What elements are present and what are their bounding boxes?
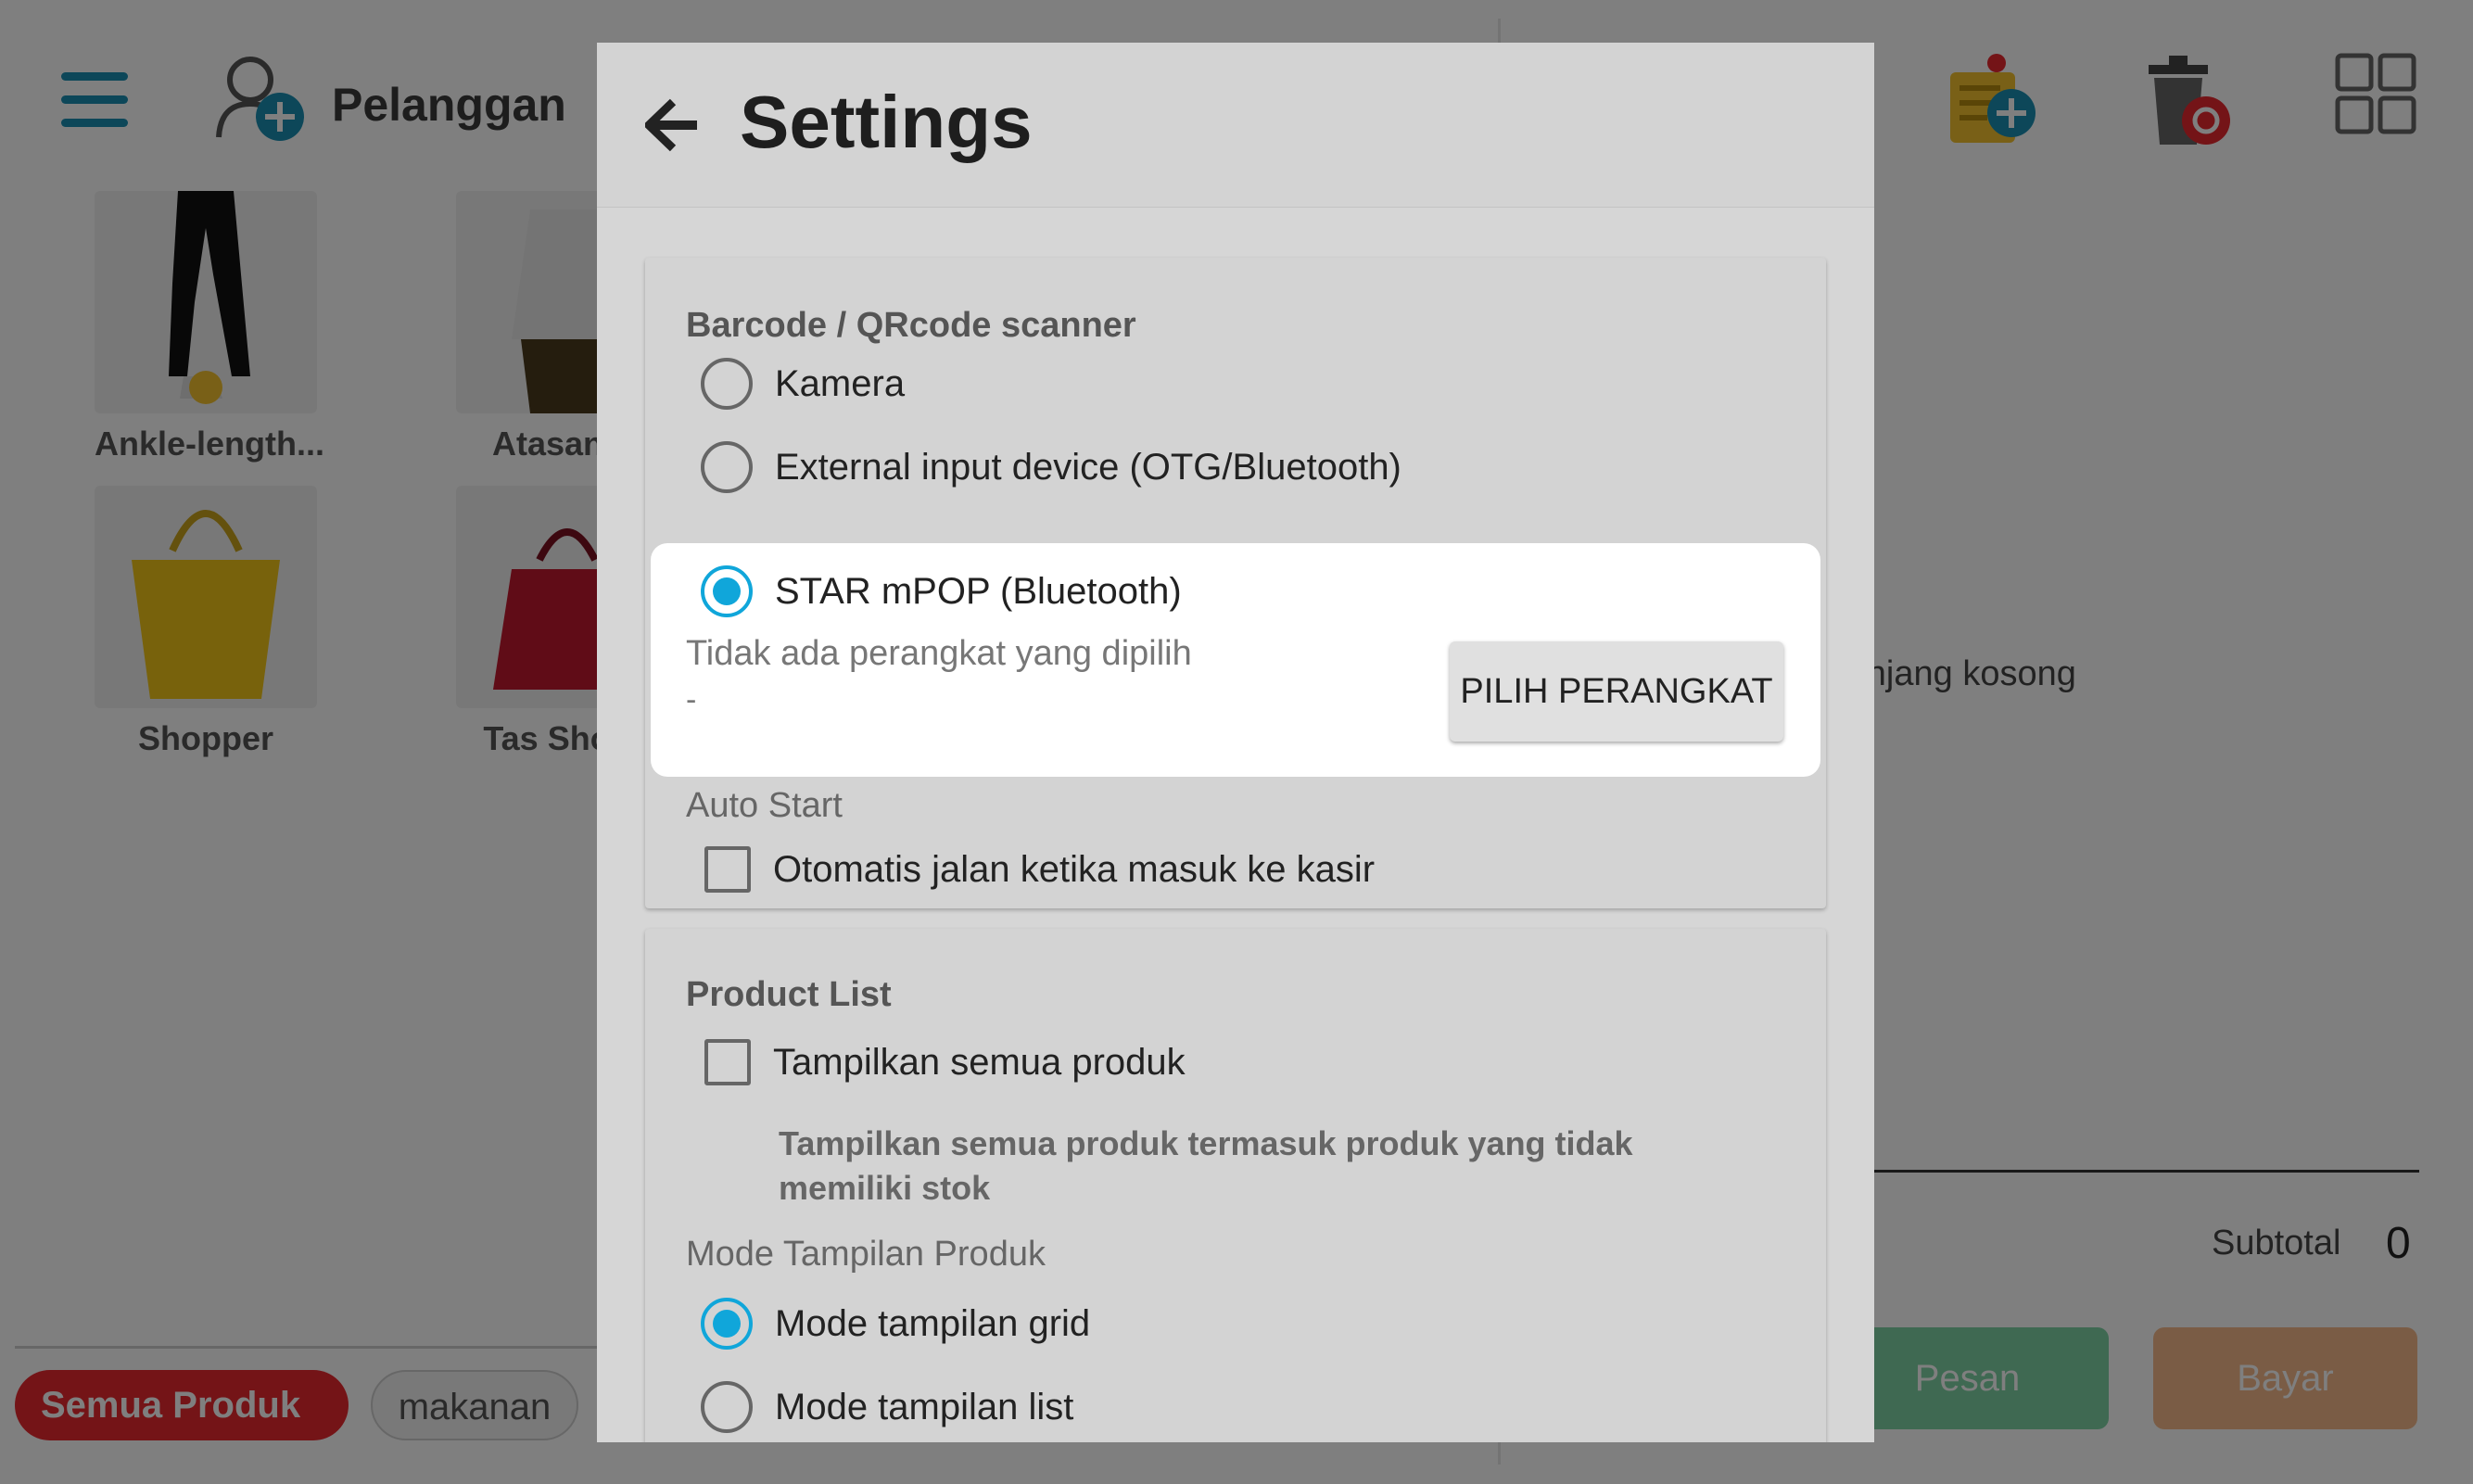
radio-button[interactable]	[701, 1381, 753, 1433]
checkbox[interactable]	[704, 846, 751, 893]
checkbox[interactable]	[704, 1039, 751, 1085]
auto-start-checkbox-row[interactable]: Otomatis jalan ketika masuk ke kasir	[701, 842, 1375, 897]
option-label: External input device (OTG/Bluetooth)	[775, 446, 1401, 488]
scanner-settings-card: Barcode / QRcode scanner Kamera External…	[645, 258, 1826, 908]
show-all-products-row[interactable]: Tampilkan semua produk	[701, 1034, 1186, 1090]
select-device-button[interactable]: PILIH PERANGKAT	[1450, 641, 1783, 742]
dialog-title: Settings	[740, 81, 1033, 163]
radio-button[interactable]	[701, 441, 753, 493]
device-value-text: -	[686, 682, 697, 717]
display-mode-grid[interactable]: Mode tampilan grid	[701, 1296, 1090, 1351]
device-status-text: Tidak ada perangkat yang dipilih	[686, 634, 1192, 673]
scanner-section-title: Barcode / QRcode scanner	[686, 306, 1136, 345]
radio-button-selected[interactable]	[701, 1298, 753, 1350]
option-label: Tampilkan semua produk	[773, 1041, 1186, 1083]
product-list-title: Product List	[686, 975, 892, 1014]
settings-dialog: Settings Barcode / QRcode scanner Kamera…	[597, 43, 1874, 1442]
display-mode-list[interactable]: Mode tampilan list	[701, 1379, 1073, 1435]
back-arrow-icon[interactable]	[642, 98, 699, 152]
option-label: Kamera	[775, 362, 906, 404]
star-mpop-panel: STAR mPOP (Bluetooth) Tidak ada perangka…	[651, 543, 1820, 777]
option-label: STAR mPOP (Bluetooth)	[775, 570, 1182, 612]
display-mode-title: Mode Tampilan Produk	[686, 1235, 1046, 1274]
option-label: Mode tampilan list	[775, 1386, 1074, 1427]
dialog-header: Settings	[597, 43, 1874, 208]
radio-button-selected[interactable]	[701, 565, 753, 617]
show-all-description: Tampilkan semua produk termasuk produk y…	[779, 1124, 1633, 1207]
option-label: Otomatis jalan ketika masuk ke kasir	[773, 848, 1376, 890]
scanner-option-star-mpop[interactable]: STAR mPOP (Bluetooth)	[701, 564, 1182, 619]
scanner-option-external[interactable]: External input device (OTG/Bluetooth)	[701, 439, 1401, 495]
auto-start-title: Auto Start	[686, 786, 843, 825]
scanner-option-kamera[interactable]: Kamera	[701, 356, 905, 412]
product-list-settings-card: Product List Tampilkan semua produk Tamp…	[645, 929, 1826, 1442]
radio-button[interactable]	[701, 358, 753, 410]
option-label: Mode tampilan grid	[775, 1302, 1091, 1344]
